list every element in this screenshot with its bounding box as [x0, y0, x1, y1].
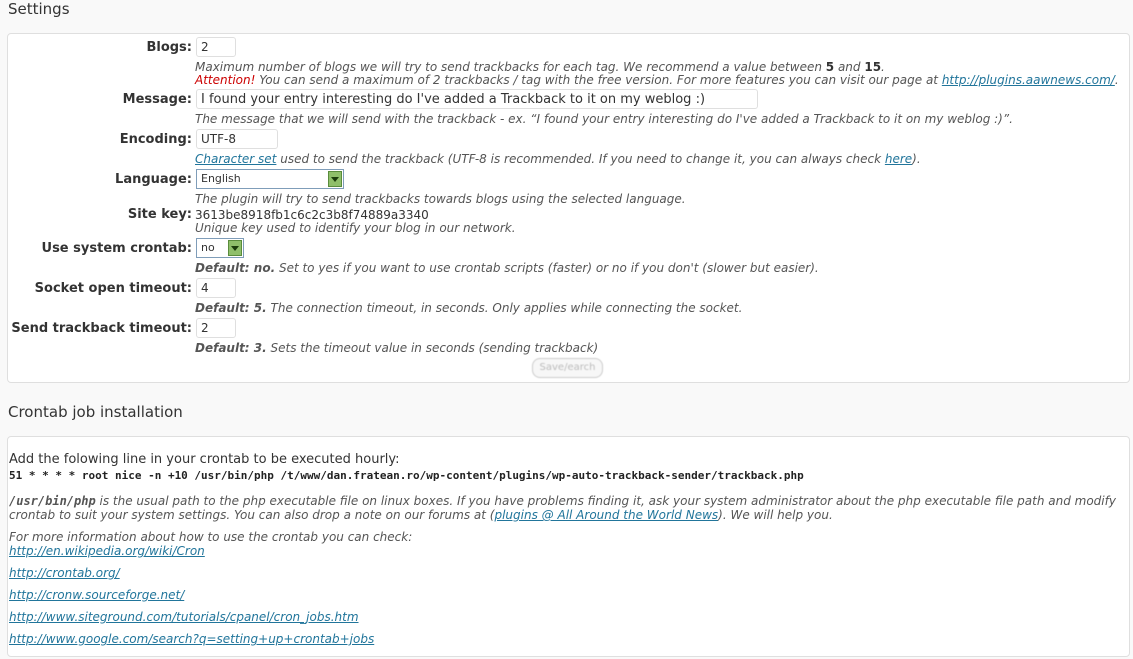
- message-input[interactable]: [196, 89, 758, 109]
- message-label: Message:: [122, 92, 192, 107]
- language-note: The plugin will try to send trackbacks t…: [195, 192, 686, 206]
- socket-timeout-input[interactable]: [196, 278, 236, 298]
- socket-timeout-label: Socket open timeout:: [34, 281, 192, 296]
- crontab-install-title: Crontab job installation: [8, 403, 183, 421]
- character-set-link[interactable]: Character set: [195, 152, 276, 166]
- encoding-label: Encoding:: [119, 132, 192, 147]
- link-google-search[interactable]: http://www.google.com/search?q=setting+u…: [9, 632, 374, 646]
- crontab-command: 51 * * * * root nice -n +10 /usr/bin/php…: [9, 469, 804, 482]
- link-wikipedia-cron[interactable]: http://en.wikipedia.org/wiki/Cron: [9, 544, 205, 558]
- crontab-selected-value: no: [201, 241, 215, 254]
- send-timeout-label: Send trackback timeout:: [11, 321, 192, 336]
- link-cronw[interactable]: http://cronw.sourceforge.net/: [9, 588, 184, 602]
- blogs-attention-note: Attention! You can send a maximum of 2 t…: [195, 73, 1119, 87]
- link-crontab-org[interactable]: http://crontab.org/: [9, 566, 120, 580]
- send-timeout-input[interactable]: [196, 318, 236, 338]
- encoding-input[interactable]: [196, 129, 278, 149]
- crontab-note: Default: no. Set to yes if you want to u…: [195, 261, 819, 275]
- more-info-text: For more information about how to use th…: [9, 530, 413, 544]
- blogs-note: Maximum number of blogs we will try to s…: [195, 60, 885, 74]
- blogs-input[interactable]: [196, 37, 236, 57]
- chevron-down-icon: [328, 171, 342, 187]
- blogs-label: Blogs:: [146, 40, 192, 55]
- site-key-note: Unique key used to identify your blog in…: [195, 221, 516, 235]
- settings-title: Settings: [8, 0, 70, 18]
- send-timeout-note: Default: 3. Sets the timeout value in se…: [195, 341, 599, 355]
- link-siteground[interactable]: http://www.siteground.com/tutorials/cpan…: [9, 610, 359, 624]
- crontab-intro: Add the folowing line in your crontab to…: [9, 452, 400, 467]
- language-select[interactable]: English: [196, 169, 344, 189]
- crontab-select[interactable]: no: [196, 238, 244, 258]
- here-link[interactable]: here: [885, 152, 912, 166]
- chevron-down-icon: [228, 240, 242, 256]
- language-selected-value: English: [201, 172, 241, 185]
- socket-timeout-note: Default: 5. The connection timeout, in s…: [195, 301, 743, 315]
- site-key-label: Site key:: [127, 207, 192, 222]
- php-path-note: /usr/bin/php is the usual path to the ph…: [9, 494, 1116, 522]
- message-note: The message that we will send with the t…: [195, 112, 1013, 126]
- aawnews-link[interactable]: http://plugins.aawnews.com/: [942, 73, 1115, 87]
- save-button[interactable]: Save/earch: [532, 358, 603, 378]
- crontab-label: Use system crontab:: [41, 241, 192, 256]
- encoding-note: Character set used to send the trackback…: [195, 152, 921, 166]
- forum-link[interactable]: plugins @ All Around the World News: [494, 508, 718, 522]
- site-key-value: 3613be8918fb1c6c2c3b8f74889a3340: [195, 208, 429, 222]
- language-label: Language:: [115, 172, 192, 187]
